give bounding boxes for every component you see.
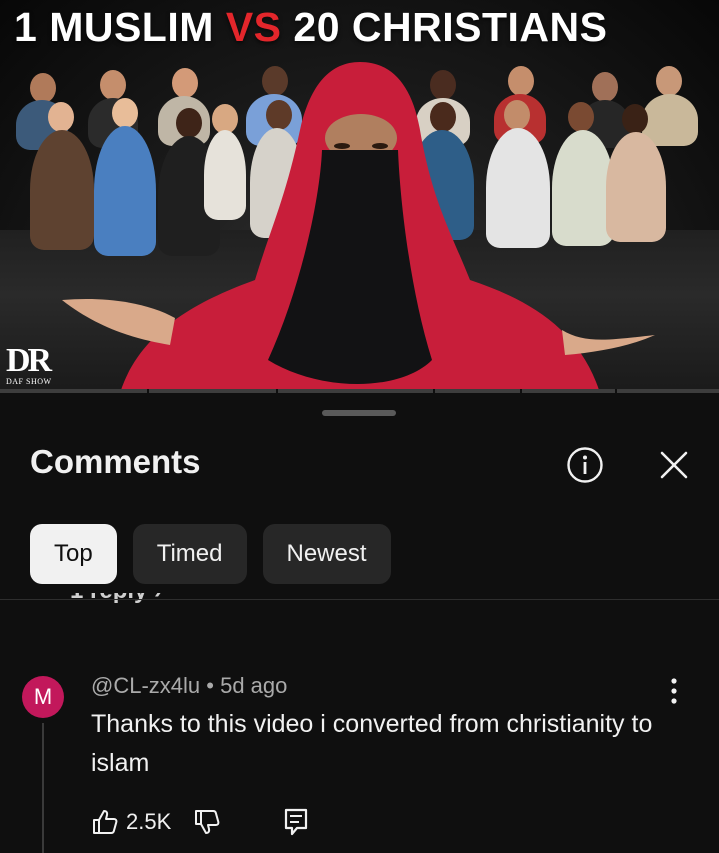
comment-actions: 2.5K bbox=[91, 806, 309, 838]
comments-title: Comments bbox=[30, 443, 201, 480]
info-button[interactable] bbox=[566, 446, 604, 484]
vs-text: VS bbox=[225, 4, 282, 50]
chip-timed[interactable]: Timed bbox=[132, 524, 247, 584]
comment-text: Thanks to this video i converted from ch… bbox=[91, 710, 653, 777]
channel-watermark: DR DAF SHOW bbox=[6, 342, 52, 387]
close-icon bbox=[660, 451, 688, 479]
comment-time: 5d ago bbox=[220, 673, 288, 698]
like-button[interactable]: 2.5K bbox=[91, 808, 171, 836]
thread-line bbox=[42, 723, 44, 853]
thumbs-up-icon bbox=[93, 810, 118, 834]
reply-comment-icon bbox=[285, 808, 308, 836]
sort-chips: Top Timed Newest bbox=[30, 524, 391, 584]
prev-replies-link[interactable]: 1 reply › bbox=[70, 593, 162, 607]
close-button[interactable] bbox=[655, 446, 693, 484]
info-icon bbox=[567, 447, 603, 483]
dislike-button[interactable] bbox=[193, 808, 221, 836]
meta-separator: • bbox=[206, 673, 214, 698]
avatar[interactable]: M bbox=[22, 676, 64, 718]
drag-handle[interactable] bbox=[322, 410, 396, 416]
chip-top[interactable]: Top bbox=[30, 524, 117, 584]
presenter-figure bbox=[62, 62, 655, 393]
comment-menu-button[interactable] bbox=[660, 676, 688, 706]
chip-newest[interactable]: Newest bbox=[262, 524, 391, 584]
reply-button[interactable] bbox=[283, 807, 309, 837]
divider bbox=[0, 599, 719, 600]
thumbs-down-icon bbox=[195, 810, 220, 834]
comment-author[interactable]: @CL-zx4lu bbox=[91, 673, 200, 698]
comments-sheet: Comments Top Timed Newest 1 reply › M @C… bbox=[0, 393, 719, 853]
video-player[interactable]: 1 MUSLIM VS 20 CHRISTIANS DR DAF SHOW bbox=[0, 0, 719, 393]
more-vert-icon bbox=[671, 678, 677, 704]
like-count: 2.5K bbox=[126, 809, 172, 834]
comment-meta: @CL-zx4lu • 5d ago bbox=[91, 673, 287, 699]
video-title-overlay: 1 MUSLIM VS 20 CHRISTIANS bbox=[14, 4, 608, 50]
